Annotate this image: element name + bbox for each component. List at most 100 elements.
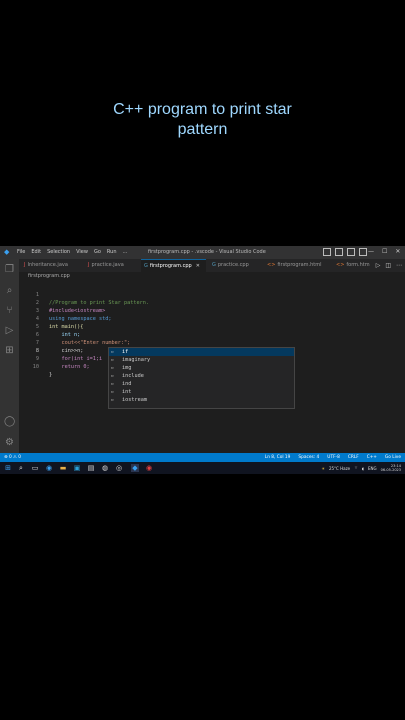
windows-taskbar: ⊞ ⌕ ▭ ◉ ▬ ▣ ▤ ◍ ◎ ◆ ◉ ☀ 25°C Haze ⌔ ◖ EN… [0,462,405,474]
suggestion-label: include [122,373,144,379]
minimize-button[interactable]: — [368,248,374,255]
html-file-icon: <> [267,262,276,268]
suggestion-item[interactable]: ▭ include [109,372,294,380]
suggestion-label: if [122,349,129,355]
cursor-position[interactable]: Ln 8, Col 19 [265,455,291,460]
task-view-icon[interactable]: ▭ [31,464,39,472]
more-actions-icon[interactable]: ⋯ [396,262,402,269]
toggle-sidebar-icon[interactable] [323,248,331,256]
suggestion-item[interactable]: ▭ if [109,348,294,356]
search-icon[interactable]: ⌕ [4,285,15,296]
code-line: 7 cin>>n; [19,331,399,354]
explorer-icon[interactable]: ❐ [4,264,15,275]
tab-label: form.htm [346,262,370,268]
source-control-icon[interactable]: ⑂ [4,305,15,316]
account-icon[interactable]: ◯ [4,416,15,427]
suggestion-label: img [122,365,132,371]
tab-inheritance-java[interactable]: J Inheritance.java [21,259,68,272]
indentation[interactable]: Spaces: 4 [298,455,319,460]
run-file-icon[interactable]: ▷ [376,262,381,269]
wifi-icon[interactable]: ⌔ [354,465,358,471]
suggestion-label: int [122,389,132,395]
volume-icon[interactable]: ◖ [362,466,364,471]
tab-firstprogram-cpp[interactable]: Gfirstprogram.cpp ✕ [141,259,206,273]
cpp-file-icon: G [144,263,148,269]
code-text: } [49,372,53,378]
problems-indicator[interactable]: ⊗ 0 ⚠ 0 [4,455,21,460]
terminal-icon[interactable]: ▤ [87,464,95,472]
activity-bar: ❐ ⌕ ⑂ ▷ ⊞ ◯ ⚙ [0,259,19,462]
java-file-icon: J [24,262,26,268]
keyword-icon: ▭ [111,397,114,402]
code-line: 5 int n; [19,315,399,338]
breadcrumb[interactable]: firstprogram.cpp [28,273,70,279]
caption-line-2: pattern [177,121,228,138]
tab-label: Inheritance.java [27,262,68,268]
edge-icon[interactable]: ◉ [45,464,53,472]
start-icon[interactable]: ⊞ [4,464,12,472]
suggestion-label: ind [122,381,132,387]
encoding[interactable]: UTF-8 [327,455,340,460]
java-file-icon: J [88,262,90,268]
video-caption: C++ program to print star pattern [0,100,405,140]
app-icon[interactable]: ◎ [115,464,123,472]
tab-practice-java[interactable]: Jpractice.java [85,259,124,272]
window-title: firstprogram.cpp - .vscode - Visual Stud… [148,249,266,255]
settings-gear-icon[interactable]: ⚙ [4,437,15,448]
line-number: 10 [32,364,39,370]
suggestion-item[interactable]: ▭ ind [109,380,294,388]
menu-selection[interactable]: Selection [47,249,70,255]
language-mode[interactable]: C++ [367,455,377,460]
keyword-icon: ▭ [111,373,114,378]
keyword-icon: ▭ [111,365,114,370]
suggestion-item[interactable]: ▭ iostream [109,396,294,404]
split-editor-icon[interactable]: ◫ [385,262,391,269]
maximize-button[interactable]: ☐ [382,248,387,255]
clock[interactable]: 23:14 06-05-2023 [381,464,401,472]
code-line: 3 using namespace std; [19,299,399,322]
menu-bar: File Edit Selection View Go Run ... [17,249,127,255]
line-ending[interactable]: CRLF [348,455,359,460]
intellisense-suggestions: ▭ if ▭ imaginary ▭ img ▭ include ▭ ind ▭ int ▭… [108,347,295,409]
code-line-current: 8 for(int i=1;i [19,339,399,362]
chrome-icon[interactable]: ◉ [145,464,153,472]
menu-view[interactable]: View [76,249,88,255]
tab-practice-cpp[interactable]: Gpractice.cpp [209,259,249,272]
extensions-icon[interactable]: ⊞ [4,345,15,356]
store-icon[interactable]: ▣ [73,464,81,472]
suggestion-item[interactable]: ▭ imaginary [109,356,294,364]
run-debug-icon[interactable]: ▷ [4,325,15,336]
system-tray: ☀ 25°C Haze ⌔ ◖ ENG 23:14 06-05-2023 [321,464,401,472]
toggle-secondary-sidebar-icon[interactable] [347,248,355,256]
menu-go[interactable]: Go [94,249,101,255]
html-file-icon: <> [336,262,345,268]
status-bar: ⊗ 0 ⚠ 0 Ln 8, Col 19 Spaces: 4 UTF-8 CRL… [0,453,405,462]
close-window-button[interactable]: ✕ [395,248,400,255]
vscode-taskbar-icon[interactable]: ◆ [131,464,139,472]
toggle-panel-icon[interactable] [335,248,343,256]
customize-layout-icon[interactable] [359,248,367,256]
weather-text[interactable]: 25°C Haze [329,466,350,471]
code-line: 2 #include<iostream> [19,291,399,314]
tab-firstprogram-html[interactable]: <> firstprogram.html [264,259,321,272]
suggestion-item[interactable]: ▭ int [109,388,294,396]
menu-file[interactable]: File [17,249,25,255]
keyword-icon: ▭ [111,357,114,362]
close-tab-icon[interactable]: ✕ [196,263,200,269]
suggestion-item[interactable]: ▭ img [109,364,294,372]
search-icon[interactable]: ⌕ [17,464,25,472]
code-line: 1 //Program to print Star pattern. [19,283,399,306]
file-explorer-icon[interactable]: ▬ [59,464,67,472]
menu-edit[interactable]: Edit [31,249,41,255]
menu-run[interactable]: Run [107,249,117,255]
input-language[interactable]: ENG [368,466,377,471]
tab-form-htm[interactable]: <> form.htm [333,259,370,272]
layout-controls [323,248,367,256]
tab-label: practice.java [91,262,124,268]
menu-more[interactable]: ... [123,249,128,255]
media-icon[interactable]: ◍ [101,464,109,472]
code-text: return 0; [49,364,90,370]
window-controls: — ☐ ✕ [368,248,400,255]
go-live-button[interactable]: Go Live [385,455,401,460]
editor-tabs: J Inheritance.java Jpractice.java Gfirstp… [19,259,405,273]
